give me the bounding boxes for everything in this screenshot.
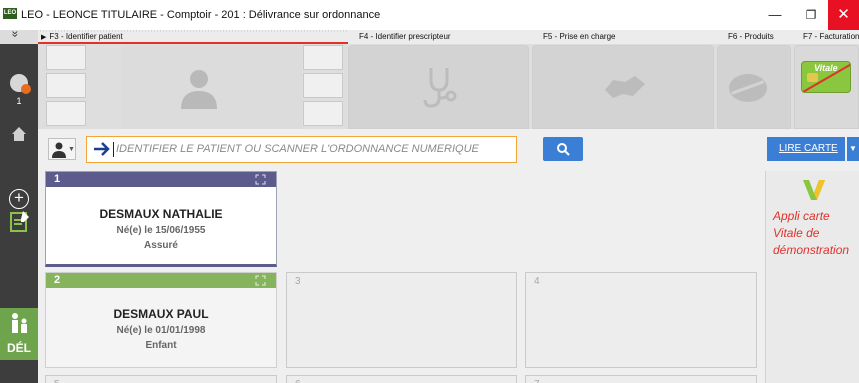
billing-step-panel[interactable]: Vitale [794, 45, 859, 129]
vitale-card-icon: Vitale [801, 61, 851, 93]
minimize-button[interactable]: — [758, 0, 792, 30]
quick-button-6[interactable] [303, 101, 343, 126]
search-button[interactable] [543, 137, 583, 161]
quick-button-3[interactable] [46, 101, 86, 126]
patient-slot-7[interactable]: 7 [525, 375, 757, 383]
demo-card-line: démonstration [773, 243, 850, 257]
slot-number: 3 [295, 276, 301, 287]
slot-number: 5 [54, 379, 60, 383]
expand-icon[interactable] [255, 275, 266, 286]
session-count: 1 [16, 96, 22, 106]
pill-icon [729, 74, 767, 102]
slot-number: 7 [534, 379, 540, 383]
prescriber-step-panel[interactable] [348, 45, 529, 129]
patient-role: Enfant [145, 340, 177, 351]
quick-button-4[interactable] [303, 45, 343, 70]
app-logo: LEO [3, 8, 17, 19]
person-icon [52, 142, 66, 158]
read-card-button[interactable]: LIRE CARTE [767, 137, 845, 161]
search-area: ▼ LIRE CARTE ▼ [38, 129, 859, 169]
notification-badge-icon [21, 84, 31, 94]
tab-prise-en-charge[interactable]: F5 - Prise en charge [543, 30, 615, 44]
patient-slot-3[interactable]: 3 [286, 272, 517, 368]
patient-search-input[interactable] [116, 137, 511, 161]
quick-button-5[interactable] [303, 73, 343, 98]
title-bar: LEO LEO - LEONCE TITULAIRE - Comptoir - … [0, 0, 859, 30]
window-title: LEO - LEONCE TITULAIRE - Comptoir - 201 … [21, 9, 381, 21]
patient-name: DESMAUX NATHALIE [99, 207, 223, 221]
patient-card-2[interactable]: 2 DESMAUX PAUL Né(e) le 01/01/1998 Enfan… [45, 272, 277, 368]
coverage-step-panel[interactable] [532, 45, 714, 129]
chevron-down-icon: » [8, 30, 23, 38]
demo-card-message: Appli carte Vitale de démonstration [773, 208, 849, 259]
stethoscope-icon [423, 68, 457, 108]
tab-produits[interactable]: F6 - Produits [728, 30, 774, 44]
demo-card-line: Appli carte [773, 209, 830, 223]
patient-dob: Né(e) le 15/06/1955 [116, 225, 206, 236]
card-chip-icon [807, 73, 818, 82]
pharmacist-icon [12, 313, 27, 333]
patient-icon [181, 70, 217, 109]
slot-number: 4 [534, 276, 540, 287]
handshake-icon [605, 76, 645, 98]
patient-slot-5[interactable]: 5 [45, 375, 277, 383]
demo-card-line: Vitale de [773, 226, 820, 240]
tab-facturation[interactable]: F7 - Facturation [803, 30, 859, 44]
patient-type-dropdown[interactable]: ▼ [48, 138, 76, 160]
chevron-down-icon: ▼ [68, 146, 75, 153]
search-icon [557, 143, 570, 156]
step-banner: Vitale [38, 44, 859, 129]
patient-card-1[interactable]: 1 DESMAUX NATHALIE Né(e) le 15/06/1955 A… [45, 171, 277, 267]
sidebar-collapse-button[interactable]: » [0, 30, 38, 44]
close-button[interactable]: ✕ [828, 0, 859, 30]
quick-button-2[interactable] [46, 73, 86, 98]
patient-card-header: 1 [46, 172, 276, 187]
delivery-mode-label: DÉL [7, 341, 31, 355]
edit-document-icon[interactable] [10, 210, 30, 232]
patient-role: Assuré [144, 240, 178, 251]
vitale-info-panel: Appli carte Vitale de démonstration [765, 171, 859, 383]
home-icon[interactable] [11, 126, 27, 142]
tab-identifier-patient[interactable]: ▶ F3 - Identifier patient [38, 30, 348, 44]
patient-card-number: 2 [54, 274, 61, 286]
vitale-logo-icon [803, 180, 825, 200]
patient-slot-6[interactable]: 6 [286, 375, 517, 383]
play-icon: ▶ [41, 34, 47, 41]
slot-number: 6 [295, 379, 301, 383]
patient-card-header: 2 [46, 273, 276, 288]
text-cursor [113, 142, 114, 157]
arrow-right-icon [94, 142, 110, 156]
delivery-mode-button[interactable]: DÉL [0, 308, 38, 360]
patient-name: DESMAUX PAUL [113, 307, 209, 321]
tab-identifier-prescripteur[interactable]: F4 - Identifier prescripteur [359, 30, 451, 44]
maximize-button[interactable]: ❐ [794, 0, 828, 30]
patient-dob: Né(e) le 01/01/1998 [116, 325, 206, 336]
expand-icon[interactable] [255, 174, 266, 185]
left-sidebar: » 1 + DÉL [0, 30, 38, 383]
tab-label: F3 - Identifier patient [49, 32, 123, 41]
add-session-button[interactable]: + [9, 189, 29, 209]
patient-search-field[interactable] [86, 136, 517, 163]
patient-card-number: 1 [54, 173, 61, 185]
quick-button-1[interactable] [46, 45, 86, 70]
workflow-tabs: ▶ F3 - Identifier patient F4 - Identifier… [38, 30, 859, 44]
patient-slot-4[interactable]: 4 [525, 272, 757, 368]
products-step-panel[interactable] [717, 45, 791, 129]
read-card-dropdown[interactable]: ▼ [847, 137, 859, 161]
